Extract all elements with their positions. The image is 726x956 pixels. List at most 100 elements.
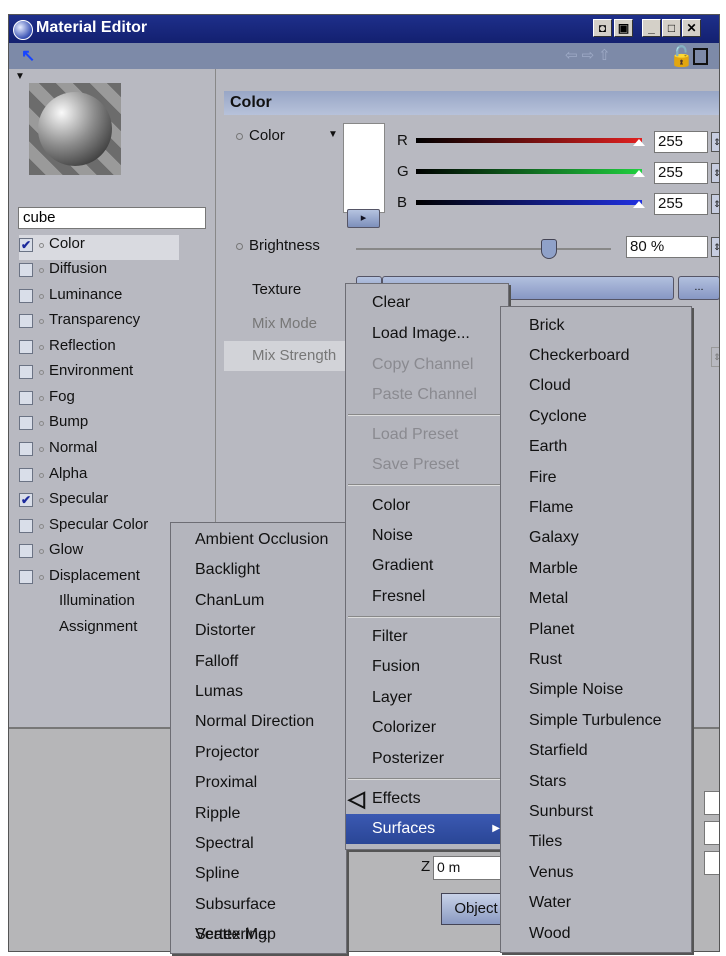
channel-bump[interactable]: Bump [19,413,215,438]
menu-item-tiles[interactable]: Tiles [501,827,691,857]
channel-reflection[interactable]: Reflection [19,337,215,362]
green-value-field[interactable]: 255 [654,162,708,184]
menu-item-rust[interactable]: Rust [501,645,691,675]
green-slider-handle-icon[interactable] [633,170,645,177]
menu-item-color[interactable]: Color [346,491,508,521]
checkbox-icon[interactable] [19,468,33,482]
menu-item-normal-direction[interactable]: Normal Direction [171,707,346,737]
menu-item-posterizer[interactable]: Posterizer [346,744,508,774]
menu-item-lumas[interactable]: Lumas [171,677,346,707]
color-swatch[interactable] [343,123,385,213]
green-spinner[interactable]: ⇕ [711,163,719,183]
checkbox-icon[interactable] [19,544,33,558]
menu-item-falloff[interactable]: Falloff [171,647,346,677]
menu-item-ambient-occlusion[interactable]: Ambient Occlusion [171,525,346,555]
menu-item-simple-turbulence[interactable]: Simple Turbulence [501,706,691,736]
checkbox-icon[interactable] [19,442,33,456]
menu-item-chanlum[interactable]: ChanLum [171,586,346,616]
menu-item-cyclone[interactable]: Cyclone [501,402,691,432]
channel-fog[interactable]: Fog [19,388,215,413]
menu-item-flame[interactable]: Flame [501,493,691,523]
menu-item-fusion[interactable]: Fusion [346,652,508,682]
brightness-spinner[interactable]: ⇕ [711,237,719,257]
channel-diffusion[interactable]: Diffusion [19,260,215,285]
mix-strength-spinner[interactable]: ⇕ [711,347,719,367]
brightness-slider[interactable] [356,248,611,250]
illumination-item[interactable]: Illumination [59,592,135,609]
menu-item-fire[interactable]: Fire [501,463,691,493]
menu-item-starfield[interactable]: Starfield [501,736,691,766]
z-position-field[interactable]: 0 m [433,856,509,880]
red-slider[interactable] [416,138,642,143]
checkbox-icon[interactable] [19,365,33,379]
menu-item-subsurface-scattering[interactable]: Subsurface Scattering [171,890,346,943]
menu-item-gradient[interactable]: Gradient [346,551,508,581]
preview-menu-triangle-icon[interactable]: ▼ [15,71,25,82]
menu-item-proximal[interactable]: Proximal [171,768,346,798]
menu-item-simple-noise[interactable]: Simple Noise [501,675,691,705]
menu-item-fresnel[interactable]: Fresnel [346,582,508,612]
menu-item-colorizer[interactable]: Colorizer [346,713,508,743]
checkbox-icon[interactable] [19,391,33,405]
blue-spinner[interactable]: ⇕ [711,194,719,214]
checkbox-icon[interactable]: ✔ [19,238,33,252]
color-mode-dropdown-icon[interactable]: ▼ [328,129,338,140]
checkbox-icon[interactable] [19,263,33,277]
menu-item-projector[interactable]: Projector [171,738,346,768]
assignment-item[interactable]: Assignment [59,618,137,635]
menu-item-layer[interactable]: Layer [346,683,508,713]
brightness-slider-handle[interactable] [541,239,557,259]
channel-alpha[interactable]: Alpha [19,465,215,490]
blue-slider[interactable] [416,200,642,205]
checkbox-icon[interactable] [19,289,33,303]
brightness-value-field[interactable]: 80 % [626,236,708,258]
layout-button[interactable]: ▣ [614,19,633,37]
menu-item-cloud[interactable]: Cloud [501,371,691,401]
menu-item-noise[interactable]: Noise [346,521,508,551]
menu-item-galaxy[interactable]: Galaxy [501,523,691,553]
navigation-arrows-icon[interactable]: ⇦⇨⇧ [565,46,615,64]
menu-item-water[interactable]: Water [501,888,691,918]
menu-item-marble[interactable]: Marble [501,554,691,584]
channel-luminance[interactable]: Luminance [19,286,215,311]
menu-item-brick[interactable]: Brick [501,311,691,341]
menu-item-surfaces[interactable]: Surfaces ▶ [346,814,508,844]
channel-transparency[interactable]: Transparency [19,311,215,336]
menu-item-filter[interactable]: Filter [346,622,508,652]
menu-item-distorter[interactable]: Distorter [171,616,346,646]
red-slider-handle-icon[interactable] [633,139,645,146]
red-value-field[interactable]: 255 [654,131,708,153]
pin-button[interactable]: ◘ [593,19,612,37]
red-spinner[interactable]: ⇕ [711,132,719,152]
color-expand-button[interactable]: ▸ [347,209,380,228]
channel-environment[interactable]: Environment [19,362,215,387]
menu-item-load-image[interactable]: Load Image... [346,319,508,349]
checkbox-icon[interactable] [19,314,33,328]
menu-item-vertex-map[interactable]: Vertex Map [171,920,346,950]
menu-item-backlight[interactable]: Backlight [171,555,346,585]
texture-browse-button[interactable]: ... [678,276,719,300]
maximize-button[interactable]: □ [662,19,681,37]
menu-item-metal[interactable]: Metal [501,584,691,614]
material-preview[interactable] [29,83,121,175]
checkbox-icon[interactable] [19,340,33,354]
x-field-edge[interactable] [704,791,719,815]
channel-normal[interactable]: Normal [19,439,215,464]
blue-slider-handle-icon[interactable] [633,201,645,208]
minimize-button[interactable]: _ [642,19,661,37]
new-panel-icon[interactable] [693,48,708,65]
menu-item-sunburst[interactable]: Sunburst [501,797,691,827]
channel-color[interactable]: ✔ Color [19,235,179,260]
menu-item-checkerboard[interactable]: Checkerboard [501,341,691,371]
lock-icon[interactable]: 🔓 [669,44,694,69]
checkbox-icon[interactable] [19,519,33,533]
menu-item-clear[interactable]: Clear [346,288,508,318]
channel-specular[interactable]: ✔ Specular [19,490,215,515]
blue-value-field[interactable]: 255 [654,193,708,215]
close-button[interactable]: ✕ [682,19,701,37]
checkbox-icon[interactable]: ✔ [19,493,33,507]
menu-item-venus[interactable]: Venus [501,858,691,888]
menu-item-ripple[interactable]: Ripple [171,799,346,829]
checkbox-icon[interactable] [19,570,33,584]
checkbox-icon[interactable] [19,416,33,430]
